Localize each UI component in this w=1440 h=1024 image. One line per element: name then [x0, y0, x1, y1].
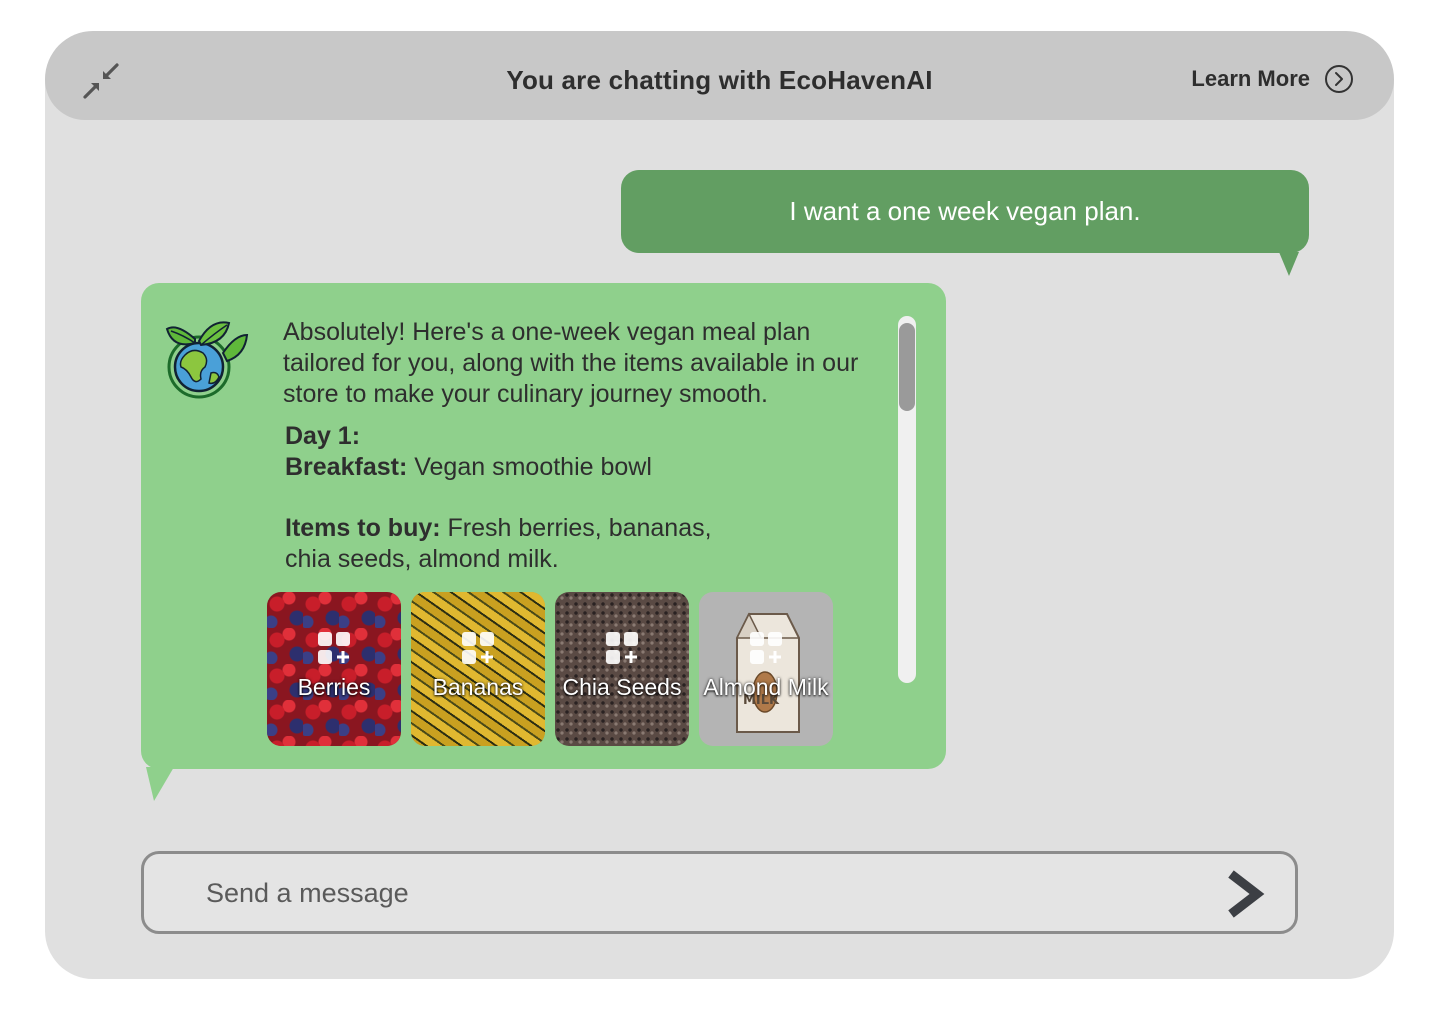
- day-label: Day 1:: [285, 422, 361, 450]
- milk-carton-icon: MILK: [735, 612, 800, 733]
- breakfast-value: Vegan smoothie bowl: [414, 453, 652, 481]
- send-chevron-icon[interactable]: [1223, 868, 1265, 920]
- bot-bubble-tail: [146, 767, 174, 801]
- breakfast-label: Breakfast:: [285, 453, 408, 481]
- add-to-cart-icon: [462, 632, 494, 664]
- product-card-chia-seeds[interactable]: Chia Seeds: [555, 592, 689, 746]
- scrollbar-thumb[interactable]: [899, 323, 915, 411]
- bananas-image: [411, 592, 545, 746]
- items-to-buy-label: Items to buy:: [285, 514, 441, 542]
- berries-image: [267, 592, 401, 746]
- learn-more-link[interactable]: Learn More: [1191, 64, 1354, 94]
- product-carousel: Berries Bananas Chia Seeds MILK Almond M…: [267, 592, 833, 746]
- product-card-almond-milk[interactable]: MILK Almond Milk: [699, 592, 833, 746]
- product-label: Almond Milk: [703, 674, 829, 700]
- product-card-berries[interactable]: Berries: [267, 592, 401, 746]
- items-to-buy-line: Items to buy: Fresh berries, bananas, ch…: [285, 513, 725, 575]
- add-to-cart-icon: [318, 632, 350, 664]
- add-to-cart-icon: [606, 632, 638, 664]
- bot-message-bubble: Absolutely! Here's a one-week vegan meal…: [141, 283, 946, 769]
- breakfast-line: Breakfast: Vegan smoothie bowl: [285, 452, 652, 483]
- chia-seeds-image: [555, 592, 689, 746]
- user-message-bubble: I want a one week vegan plan.: [621, 170, 1309, 253]
- message-input[interactable]: [204, 872, 1208, 914]
- message-composer: [141, 851, 1298, 934]
- chevron-right-circle-icon: [1325, 65, 1353, 93]
- product-card-bananas[interactable]: Bananas: [411, 592, 545, 746]
- eco-earth-avatar-icon: [165, 321, 249, 399]
- product-label: Chia Seeds: [562, 674, 682, 700]
- product-label: Berries: [297, 674, 371, 700]
- bot-intro-text: Absolutely! Here's a one-week vegan meal…: [283, 318, 859, 408]
- add-to-cart-icon: [750, 632, 782, 664]
- chat-header: You are chatting with EcoHavenAI Learn M…: [45, 31, 1394, 120]
- chat-window: You are chatting with EcoHavenAI Learn M…: [45, 31, 1394, 979]
- user-message-text: I want a one week vegan plan.: [789, 196, 1141, 226]
- learn-more-label: Learn More: [1191, 66, 1310, 91]
- product-label: Bananas: [432, 674, 524, 700]
- user-bubble-tail: [1279, 252, 1299, 276]
